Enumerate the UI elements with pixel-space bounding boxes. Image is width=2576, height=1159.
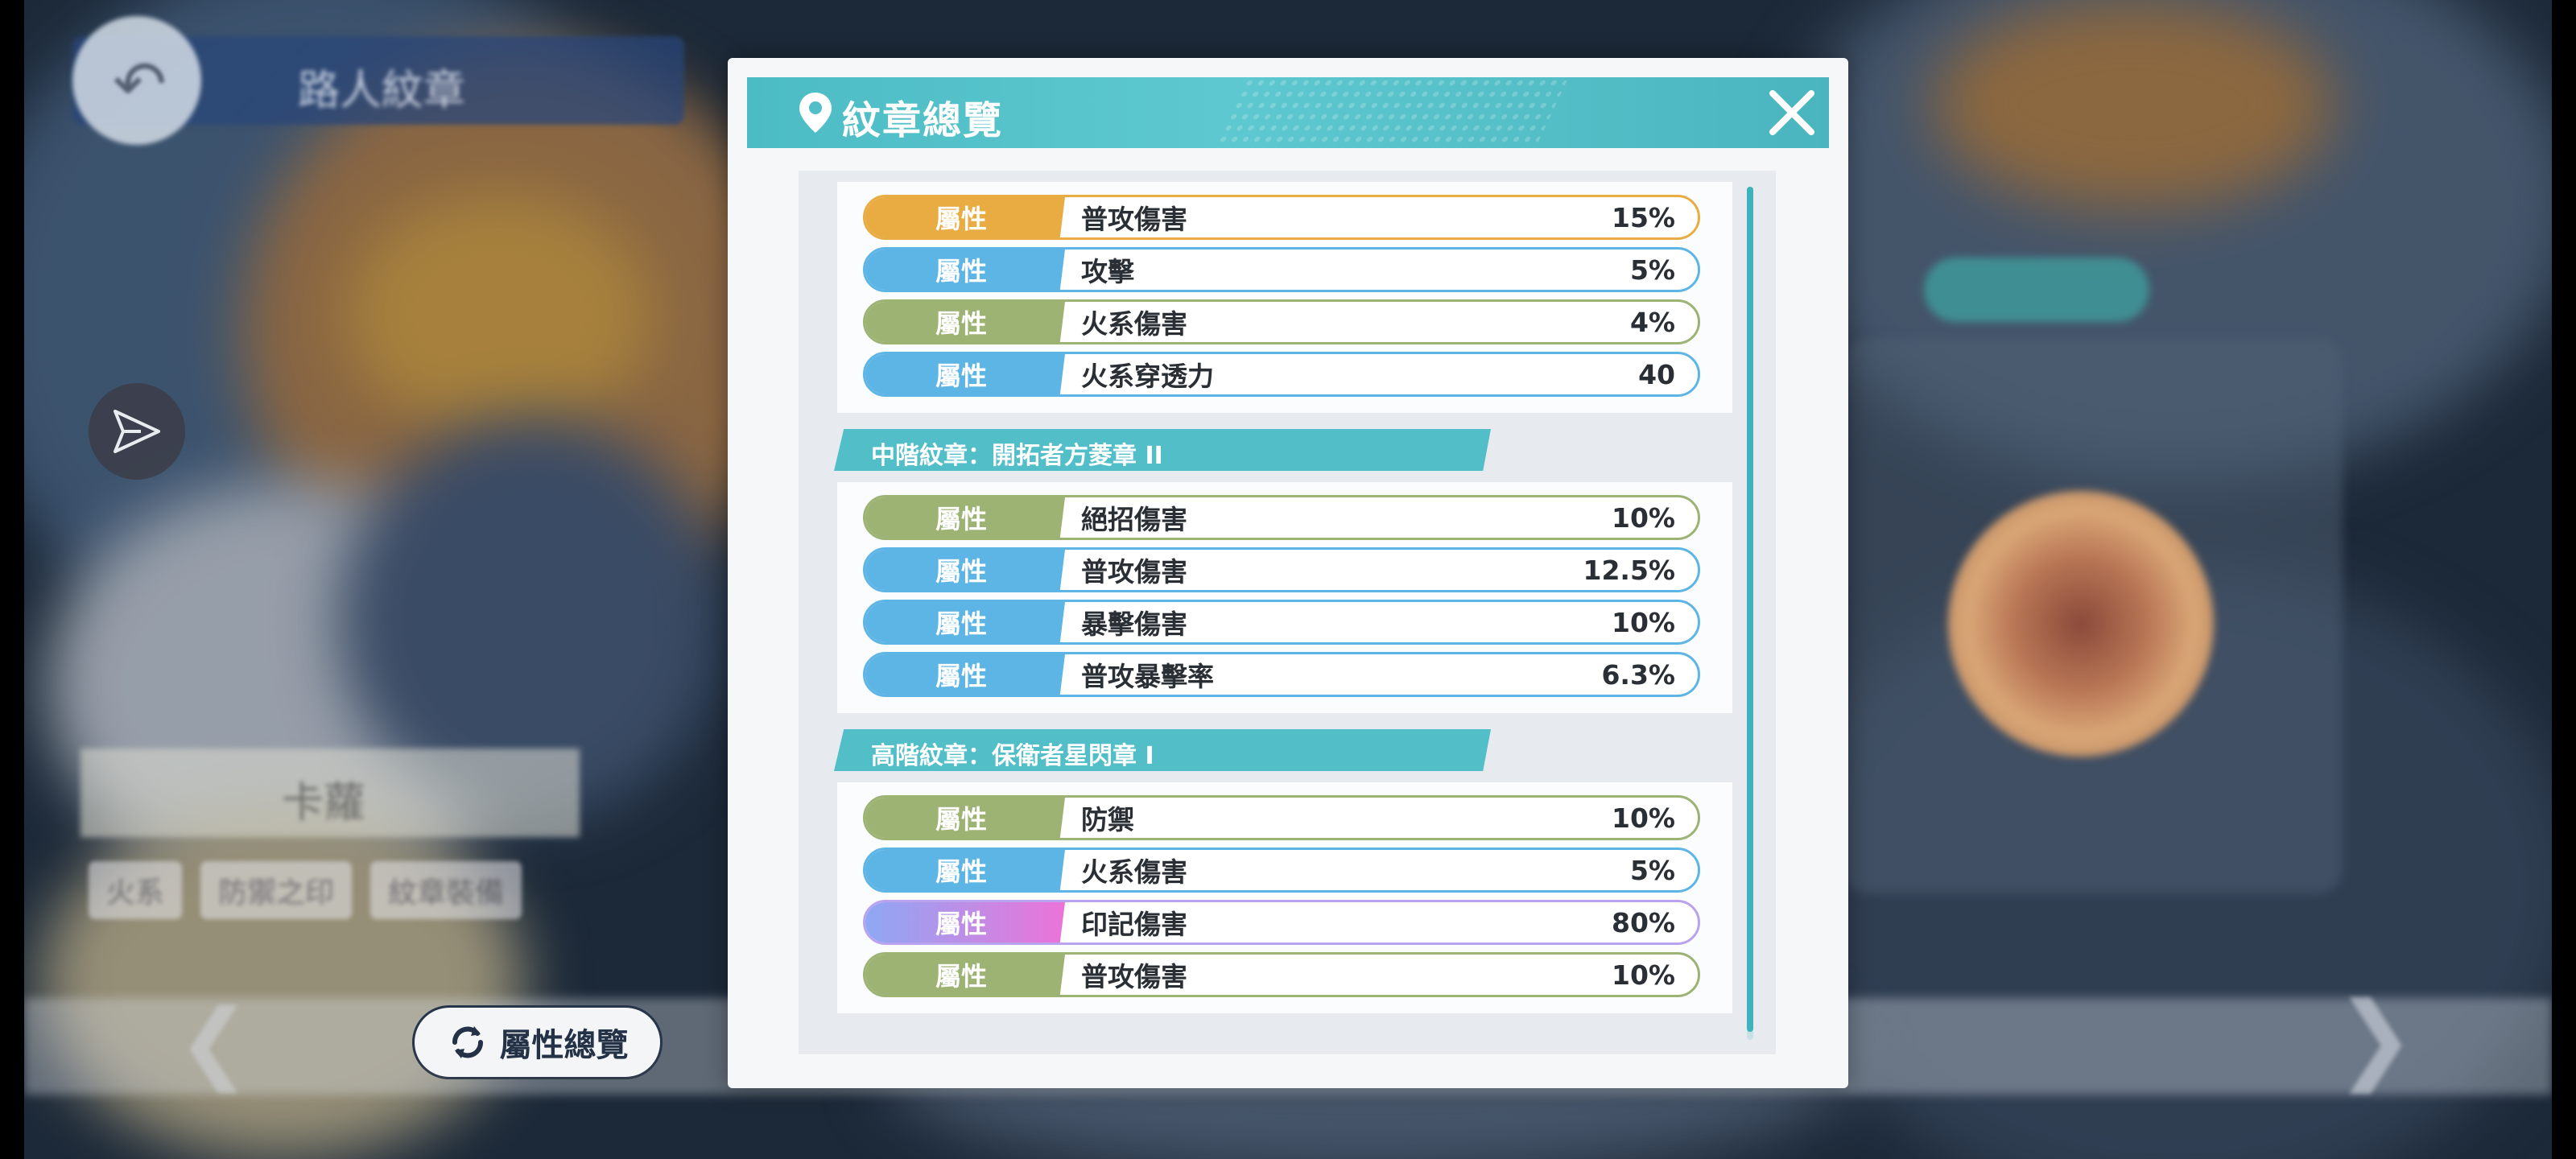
- dialog-header: 紋章總覽: [747, 77, 1829, 148]
- attribute-name: 普攻傷害: [1081, 204, 1187, 235]
- back-icon: ↶: [113, 47, 167, 122]
- letterbox-right: [2552, 0, 2576, 1159]
- section-title: 中階紋章：開拓者方菱章 II: [871, 442, 1163, 470]
- attribute-value: 4%: [1629, 306, 1675, 338]
- dialog-title: 紋章總覽: [842, 98, 1004, 143]
- attribute-tag: 屬性: [865, 354, 1065, 394]
- attribute-row: 屬性 火系傷害 4%: [863, 299, 1700, 344]
- attribute-name: 火系傷害: [1081, 856, 1187, 888]
- attribute-row: 屬性 火系傷害 5%: [863, 848, 1700, 893]
- attribute-tag: 屬性: [865, 798, 1065, 838]
- attribute-name: 暴擊傷害: [1081, 608, 1187, 640]
- play-button[interactable]: [89, 383, 185, 480]
- attribute-row: 屬性 印記傷害 80%: [863, 900, 1700, 945]
- attribute-name: 防禦: [1081, 804, 1134, 835]
- attribute-name: 火系傷害: [1081, 308, 1187, 340]
- attribute-row: 屬性 普攻暴擊率 6.3%: [863, 652, 1700, 697]
- attribute-value: 6.3%: [1601, 658, 1675, 691]
- bg-equip-button[interactable]: [1924, 258, 2149, 322]
- attribute-tag: 屬性: [865, 197, 1065, 237]
- attribute-name: 火系穿透力: [1081, 361, 1214, 392]
- attribute-row: 屬性 防禦 10%: [863, 795, 1700, 840]
- attribute-row: 屬性 普攻傷害 10%: [863, 952, 1700, 997]
- attribute-name: 普攻傷害: [1081, 961, 1187, 992]
- cycle-icon: [452, 1026, 483, 1058]
- attribute-tag: 屬性: [865, 955, 1065, 995]
- attribute-value: 10%: [1612, 959, 1675, 991]
- attribute-name: 絕招傷害: [1081, 504, 1187, 535]
- attribute-tag: 屬性: [865, 250, 1065, 290]
- close-icon[interactable]: [1765, 85, 1819, 140]
- attribute-value: 10%: [1612, 802, 1675, 834]
- attribute-name: 攻擊: [1081, 256, 1134, 287]
- attribute-tag: 屬性: [865, 550, 1065, 590]
- arrow-right-icon[interactable]: ❯: [2334, 982, 2416, 1094]
- send-icon: [114, 410, 160, 453]
- attribute-value: 10%: [1612, 606, 1675, 638]
- section-title: 高階紋章：保衛者星閃章 I: [871, 742, 1154, 770]
- character-name: 卡蘿: [282, 779, 366, 827]
- location-pin-icon: [799, 93, 832, 133]
- character-tags: 火系 防禦之印 紋章裝備: [89, 861, 668, 919]
- attribute-value: 10%: [1612, 501, 1675, 534]
- attribute-value: 40: [1638, 358, 1675, 390]
- tag-pill: 防禦之印: [200, 861, 353, 919]
- attribute-row: 屬性 絕招傷害 10%: [863, 495, 1700, 540]
- scrollbar-thumb[interactable]: [1747, 187, 1753, 1032]
- attribute-value: 5%: [1629, 254, 1675, 286]
- attribute-tag: 屬性: [865, 654, 1065, 695]
- attribute-row: 屬性 火系穿透力 40: [863, 352, 1700, 397]
- attribute-value: 12.5%: [1583, 554, 1676, 586]
- attribute-tag: 屬性: [865, 850, 1065, 890]
- attribute-tag: 屬性: [865, 497, 1065, 538]
- attribute-tag: 屬性: [865, 302, 1065, 342]
- section-banner: 高階紋章：保衛者星閃章 I: [834, 729, 1491, 771]
- attribute-overview-label: 屬性總覽: [499, 1027, 629, 1064]
- attribute-name: 普攻傷害: [1081, 556, 1187, 588]
- attribute-tag: 屬性: [865, 902, 1065, 942]
- tag-pill: 紋章裝備: [370, 861, 522, 919]
- attribute-row: 屬性 普攻傷害 12.5%: [863, 547, 1700, 592]
- section-banner: 中階紋章：開拓者方菱章 II: [834, 429, 1491, 471]
- arrow-left-icon[interactable]: ❮: [177, 990, 251, 1093]
- tag-pill: 火系: [89, 861, 183, 919]
- attribute-tag: 屬性: [865, 602, 1065, 642]
- attribute-name: 普攻暴擊率: [1081, 661, 1214, 692]
- attribute-name: 印記傷害: [1081, 909, 1187, 940]
- attribute-row: 屬性 普攻傷害 15%: [863, 195, 1700, 240]
- attribute-row: 屬性 暴擊傷害 10%: [863, 600, 1700, 645]
- letterbox-left: [0, 0, 24, 1159]
- attribute-value: 15%: [1612, 201, 1675, 233]
- emblem-medal-image: [1948, 491, 2214, 757]
- attribute-value: 5%: [1629, 854, 1675, 886]
- header-decoration: [1213, 77, 1569, 148]
- bg-top-label: 路人紋章: [298, 67, 466, 115]
- attribute-value: 80%: [1612, 906, 1675, 938]
- emblem-list[interactable]: 屬性 普攻傷害 15% 屬性 攻擊 5% 屬性 火系傷害 4% 屬性 火系穿透力 40 中階紋章：開拓者…: [799, 171, 1776, 1054]
- attribute-overview-button[interactable]: 屬性總覽: [415, 1008, 660, 1077]
- emblem-overview-dialog: 紋章總覽 屬性 普攻傷害 15% 屬性 攻擊 5% 屬性 火系傷害 4% 屬性 火系穿透力 40 中階紋…: [728, 58, 1848, 1088]
- attribute-row: 屬性 攻擊 5%: [863, 247, 1700, 292]
